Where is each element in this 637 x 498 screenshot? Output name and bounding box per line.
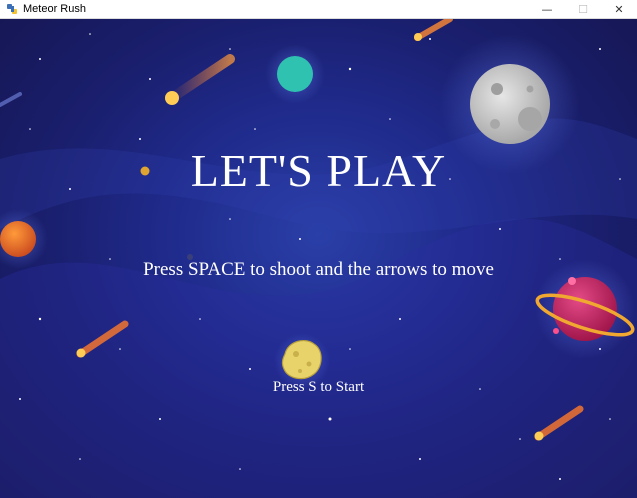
minimize-icon: — — [541, 2, 553, 16]
start-prompt: Press S to Start — [272, 379, 365, 395]
teal-planet — [265, 44, 325, 104]
meteor — [0, 92, 22, 107]
close-icon: ✕ — [614, 2, 624, 16]
controls-instructions: Press SPACE to shoot and the arrows to m… — [143, 259, 494, 280]
heading-lets-play: LET'S PLAY — [190, 145, 447, 196]
maximize-button[interactable]: ☐ — [565, 0, 601, 18]
snake-app-icon — [7, 4, 17, 14]
minimize-button[interactable]: — — [529, 0, 565, 18]
meteor — [165, 54, 235, 105]
close-button[interactable]: ✕ — [601, 0, 637, 18]
title-bar[interactable]: Meteor Rush — ☐ ✕ — [0, 0, 637, 19]
game-canvas[interactable]: LET'S PLAY Press SPACE to shoot and the … — [0, 19, 637, 498]
game-window: Meteor Rush — ☐ ✕ LET'S PLAY Press SPACE… — [0, 0, 637, 498]
window-title: Meteor Rush — [23, 3, 86, 15]
meteor — [414, 19, 453, 41]
maximize-icon: ☐ — [578, 2, 588, 16]
